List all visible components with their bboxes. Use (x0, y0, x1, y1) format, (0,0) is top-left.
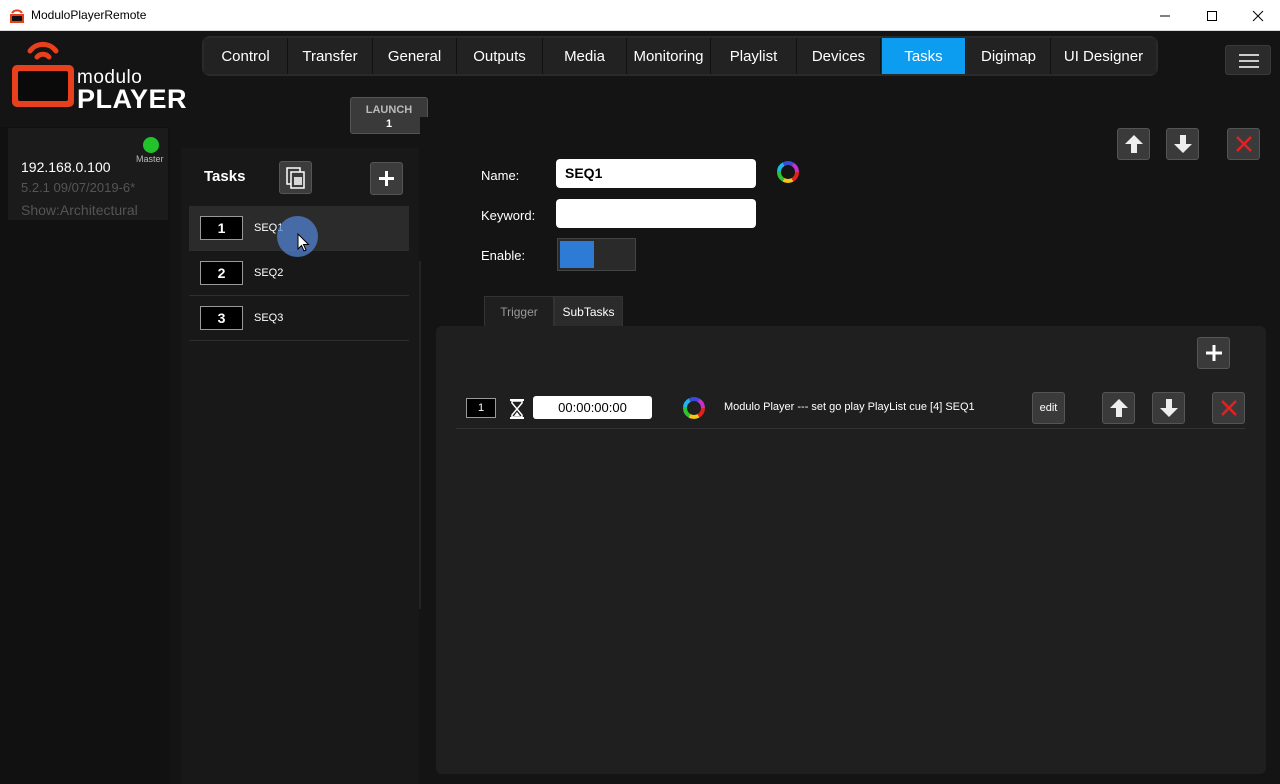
server-show: Show:Architectural (21, 202, 138, 218)
arrow-down-icon (1159, 399, 1178, 417)
window-title: ModuloPlayerRemote (31, 8, 147, 22)
color-wheel-icon[interactable] (776, 160, 800, 184)
task-name: SEQ2 (254, 267, 284, 279)
enable-toggle[interactable] (557, 238, 636, 271)
tab-tasks[interactable]: Tasks (882, 38, 966, 74)
name-label: Name: (481, 168, 520, 183)
task-row[interactable]: 2 SEQ2 (189, 251, 409, 296)
keyword-input[interactable] (556, 199, 756, 228)
toggle-knob (560, 241, 594, 268)
tab-playlist[interactable]: Playlist (711, 38, 797, 74)
plus-icon (1205, 345, 1222, 361)
tab-outputs[interactable]: Outputs (457, 38, 543, 74)
plus-icon (379, 171, 394, 186)
minimize-icon (1160, 15, 1170, 17)
server-role: Master (136, 154, 164, 164)
maximize-icon (1207, 11, 1217, 21)
task-row[interactable]: 3 SEQ3 (189, 296, 409, 341)
minimize-button[interactable] (1142, 0, 1188, 31)
enable-label: Enable: (481, 248, 526, 263)
maximize-button[interactable] (1189, 0, 1235, 31)
server-ip: 192.168.0.100 (21, 159, 111, 175)
hourglass-icon[interactable] (509, 399, 525, 419)
move-subtask-up-button[interactable] (1102, 392, 1135, 424)
task-name: SEQ3 (254, 312, 284, 324)
name-input[interactable]: SEQ1 (556, 159, 756, 188)
task-number: 2 (200, 261, 243, 285)
main-nav: Control Transfer General Outputs Media M… (202, 36, 1158, 76)
window-titlebar: ModuloPlayerRemote (0, 0, 1280, 31)
edit-subtask-button[interactable]: edit (1032, 392, 1065, 424)
delete-task-button[interactable] (1227, 128, 1260, 160)
hamburger-menu-button[interactable] (1225, 45, 1271, 75)
menu-icon (1239, 54, 1259, 56)
modulo-player-logo: modulo PLAYER (10, 37, 187, 117)
subtask-time-input[interactable]: 00:00:00:00 (533, 396, 652, 419)
tab-general[interactable]: General (373, 38, 457, 74)
left-sidebar (0, 127, 170, 784)
app-icon (10, 9, 24, 23)
move-task-up-button[interactable] (1117, 128, 1150, 160)
tab-monitoring[interactable]: Monitoring (627, 38, 711, 74)
tab-subtasks[interactable]: SubTasks (554, 296, 623, 326)
duplicate-task-button[interactable] (279, 161, 312, 194)
move-task-down-button[interactable] (1166, 128, 1199, 160)
duplicate-icon (286, 167, 305, 189)
arrow-down-icon (1173, 135, 1192, 153)
tab-control[interactable]: Control (204, 38, 288, 74)
delete-x-icon (1220, 400, 1237, 416)
add-task-button[interactable] (370, 162, 403, 195)
subtask-number: 1 (466, 398, 496, 418)
tab-devices[interactable]: Devices (797, 38, 881, 74)
launch-button[interactable]: LAUNCH 1 (350, 97, 428, 134)
arrow-up-icon (1109, 399, 1128, 417)
keyword-label: Keyword: (481, 208, 536, 223)
launch-count: 1 (385, 118, 393, 130)
tab-transfer[interactable]: Transfer (288, 38, 373, 74)
delete-subtask-button[interactable] (1212, 392, 1245, 424)
move-subtask-down-button[interactable] (1152, 392, 1185, 424)
task-number: 1 (200, 216, 243, 240)
task-number: 3 (200, 306, 243, 330)
server-info[interactable]: Master 192.168.0.100 5.2.1 09/07/2019-6*… (8, 128, 168, 220)
subtask-row[interactable]: 1 00:00:00:00 Modulo Player --- set go p… (456, 389, 1245, 429)
delete-x-icon (1235, 136, 1252, 152)
mouse-cursor-icon (297, 233, 310, 252)
close-icon (1252, 10, 1264, 22)
logo-icon (12, 41, 74, 107)
logo-word-player: PLAYER (77, 84, 188, 114)
close-window-button[interactable] (1235, 0, 1280, 31)
subtask-description: Modulo Player --- set go play PlayList c… (724, 401, 975, 413)
panel-divider (419, 261, 421, 609)
tab-media[interactable]: Media (543, 38, 627, 74)
tab-trigger[interactable]: Trigger (484, 296, 554, 326)
status-indicator (143, 137, 159, 153)
launch-label: LAUNCH (365, 104, 413, 116)
tab-ui-designer[interactable]: UI Designer (1051, 38, 1156, 74)
server-version: 5.2.1 09/07/2019-6* (21, 180, 136, 195)
tab-digimap[interactable]: Digimap (967, 38, 1051, 74)
add-subtask-button[interactable] (1197, 337, 1230, 369)
arrow-up-icon (1124, 135, 1143, 153)
color-wheel-icon[interactable] (682, 396, 706, 420)
tasks-title: Tasks (204, 168, 246, 185)
